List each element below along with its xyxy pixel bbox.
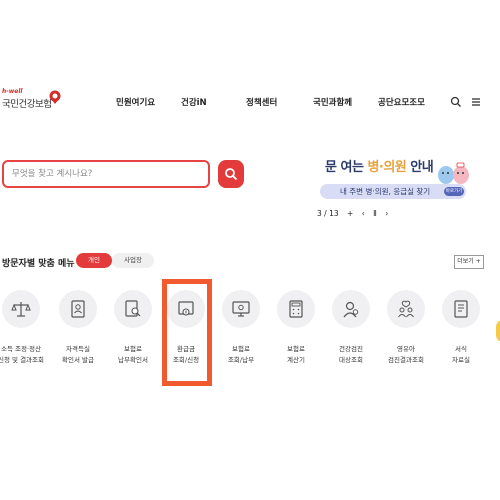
search-field [2,160,210,188]
menu-label: 자격득실 확인서 발급 [62,345,94,364]
nav-item-policy-center[interactable]: 정책센터 [246,96,277,108]
pager-next-button[interactable]: › [385,209,388,218]
pager-pause-button[interactable]: Ⅱ [373,209,377,218]
menu-item-premium-inquiry[interactable]: 보험료 조회/납부 [222,290,262,370]
banner-subtitle-bar[interactable]: 내 주변 병·의원, 응급실 찾기 바로가기 [320,184,466,199]
menu-icon-circle [2,290,40,328]
menu-item-premium-calculator[interactable]: 보험료 계산기 [277,290,317,370]
banner-title-highlight: 병·의원 [367,160,407,175]
banner-go-button[interactable]: 바로가기 [444,187,464,196]
search-button[interactable] [218,160,244,188]
menu-icon-circle [222,290,260,328]
menu-icon-circle [277,290,315,328]
search-input[interactable] [12,167,202,181]
search-icon[interactable] [450,96,462,108]
logo-tag: h-well [2,88,23,95]
nav-item-about[interactable]: 공단요모조모 [378,96,425,108]
nav-item-civil-service[interactable]: 민원여기요 [116,96,155,108]
form-document-icon [454,300,468,318]
scale-icon [11,302,31,317]
pager-prev-button[interactable]: ‹ [362,209,365,218]
menu-label: 보험료 납부확인서 [118,345,148,364]
search-icon [225,168,238,181]
highlight-box [162,279,212,386]
nav-item-with-citizens[interactable]: 국민과함께 [313,96,352,108]
menu-item-forms-library[interactable]: 서식 자료실 [442,290,482,370]
floating-side-button[interactable] [496,320,500,342]
menu-label: 영유아 검진결과조회 [388,345,424,364]
pager-index: 3 / 13 [317,209,339,218]
person-search-icon [343,301,359,318]
menu-icon-circle [59,290,97,328]
document-search-icon [125,300,141,317]
banner-subtitle: 내 주변 병·의원, 응급실 찾기 [340,187,431,196]
tab-personal[interactable]: 개인 [76,253,112,268]
menu-item-infant-checkup[interactable]: 영유아 검진결과조회 [387,290,427,370]
menu-label: 서식 자료실 [452,345,470,364]
more-button[interactable]: 더보기 + [454,255,484,269]
id-card-icon [71,300,85,318]
menu-item-payment-confirmation[interactable]: 보험료 납부확인서 [114,290,154,370]
menu-item-checkup-eligibility[interactable]: 건강검진 대상조회 [332,290,372,370]
menu-item-income-adjustment[interactable]: 소득 조정·정산 신청 및 결과조회 [0,290,44,370]
menu-label: 보험료 조회/납부 [227,345,255,364]
banner-title-part: 안내 [406,160,434,175]
visitor-menu-title: 방문자별 맞춤 메뉴 [2,259,75,269]
pager-plus-button[interactable]: + [347,209,353,218]
nav-item-health-in[interactable]: 건강iN [181,96,207,108]
banner-characters-icon [438,162,469,184]
banner-title-part: 문 여는 [325,160,368,175]
menu-icon-circle [442,290,480,328]
tab-business[interactable]: 사업장 [112,253,154,268]
main-navigation: 민원여기요 건강iN 정책센터 국민과함께 공단요모조모 [0,96,500,110]
menu-icon-circle [387,290,425,328]
menu-icon-circle [114,290,152,328]
monitor-icon [232,301,250,317]
menu-label: 보험료 계산기 [287,345,305,364]
banner-pager: 3 / 13 + ‹ Ⅱ › [317,209,394,218]
menu-item-qualification-certificate[interactable]: 자격득실 확인서 발급 [59,290,99,370]
menu-label: 소득 조정·정산 신청 및 결과조회 [0,345,44,364]
menu-label: 건강검진 대상조회 [339,345,363,364]
children-icon [398,300,414,318]
banner-title[interactable]: 문 여는 병·의원 안내 [325,156,434,175]
calculator-icon [289,300,303,318]
menu-icon[interactable] [470,96,482,108]
menu-icon-circle [332,290,370,328]
